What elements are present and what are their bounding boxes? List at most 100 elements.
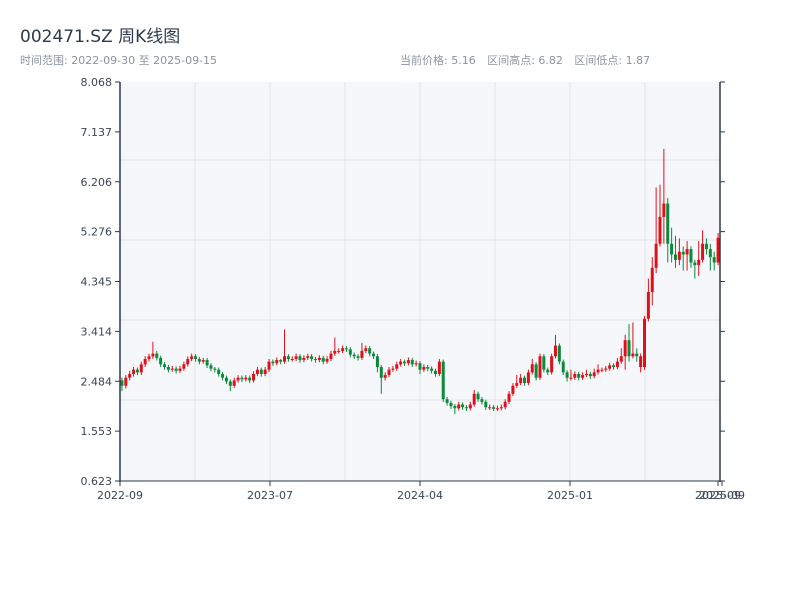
x-tick-label: 2023-07 <box>247 489 293 502</box>
candle-body <box>553 345 557 357</box>
candle-body <box>352 354 356 357</box>
candle-body <box>224 377 228 382</box>
y-tick-label: 1.553 <box>81 425 113 438</box>
candle-body <box>542 356 546 370</box>
candle-body <box>693 262 697 266</box>
candle-body <box>643 318 647 368</box>
candle-body <box>147 356 151 359</box>
candle-body <box>360 350 364 358</box>
x-tick-label: 2025-01 <box>547 489 593 502</box>
candle-body <box>422 367 426 370</box>
candle-body <box>283 356 287 362</box>
candle-body <box>615 361 619 368</box>
candle-body <box>217 369 221 374</box>
candle <box>716 233 720 266</box>
candle-body <box>182 364 186 369</box>
candle-body <box>716 237 720 263</box>
candle-body <box>488 407 492 409</box>
y-tick-label: 2.484 <box>81 375 113 388</box>
candle-body <box>484 401 488 408</box>
candle-body <box>286 356 290 359</box>
candle-body <box>403 361 407 364</box>
x-tick-label: 2024-04 <box>397 489 443 502</box>
candle-body <box>120 380 124 386</box>
candle-body <box>387 369 391 376</box>
candle-body <box>135 369 139 373</box>
candle-body <box>170 368 174 370</box>
candle <box>557 343 561 365</box>
candle-body <box>317 357 321 361</box>
candle-body <box>565 372 569 378</box>
candle-body <box>193 356 197 359</box>
candle-body <box>650 267 654 292</box>
candle-body <box>499 407 503 409</box>
candle-body <box>174 368 178 371</box>
candle-body <box>205 360 209 366</box>
candle-body <box>608 365 612 369</box>
candle-body <box>480 399 484 402</box>
candle <box>643 316 647 370</box>
y-tick-label: 3.414 <box>81 325 113 338</box>
candle-body <box>213 368 217 370</box>
candle-body <box>263 369 267 374</box>
candle-body <box>279 360 283 362</box>
candle-body <box>341 348 345 351</box>
y-tick-label: 4.345 <box>81 276 113 289</box>
candle-body <box>209 365 213 369</box>
candle-body <box>468 404 472 409</box>
candle-body <box>379 367 383 378</box>
candle-body <box>368 348 372 354</box>
candle-body <box>449 402 453 407</box>
candle-body <box>573 373 577 378</box>
candle-body <box>139 364 143 373</box>
candle <box>441 359 445 402</box>
candle-body <box>464 407 468 409</box>
candle-body <box>495 408 499 410</box>
candle-body <box>437 361 441 374</box>
y-tick-label: 8.068 <box>81 76 113 89</box>
candle-body <box>143 358 147 365</box>
candle-body <box>166 367 170 370</box>
y-tick-label: 7.137 <box>81 126 113 139</box>
candle-body <box>623 340 627 357</box>
candle-body <box>546 369 550 373</box>
candle-body <box>267 361 271 370</box>
candle-body <box>639 356 643 368</box>
candle-body <box>673 254 677 260</box>
candle <box>542 354 546 373</box>
candle-body <box>290 358 294 360</box>
candle-body <box>577 373 581 378</box>
candle-body <box>604 368 608 370</box>
candle-body <box>255 369 259 374</box>
candle-body <box>476 393 480 400</box>
candle-body <box>526 372 530 384</box>
candle-body <box>507 393 511 402</box>
candle-body <box>658 216 662 244</box>
candle-body <box>372 353 376 357</box>
candle-body <box>375 356 379 368</box>
candle-body <box>519 377 523 384</box>
x-tick-label: 2022-09 <box>97 489 143 502</box>
candle-body <box>228 381 232 386</box>
candle-body <box>151 353 155 357</box>
candle-body <box>399 361 403 365</box>
candle-body <box>441 361 445 400</box>
candle-body <box>275 360 279 364</box>
candle-body <box>248 377 252 381</box>
candle-body <box>271 361 275 364</box>
candle-body <box>356 356 360 358</box>
candle-body <box>708 249 712 258</box>
candle-body <box>410 360 414 365</box>
candle-body <box>244 377 248 380</box>
candle-body <box>232 380 236 386</box>
candle-body <box>627 340 631 357</box>
candle-body <box>252 373 256 381</box>
candle-body <box>240 377 244 380</box>
candle-body <box>259 369 263 374</box>
candle-body <box>201 360 205 362</box>
candle-body <box>124 377 128 386</box>
candle-body <box>313 358 317 361</box>
candlestick-chart: 8.068 7.137 6.206 5.276 4.345 3.414 2.484 1.553… <box>81 76 745 502</box>
candle-body <box>132 369 136 374</box>
candle-body <box>155 353 159 358</box>
